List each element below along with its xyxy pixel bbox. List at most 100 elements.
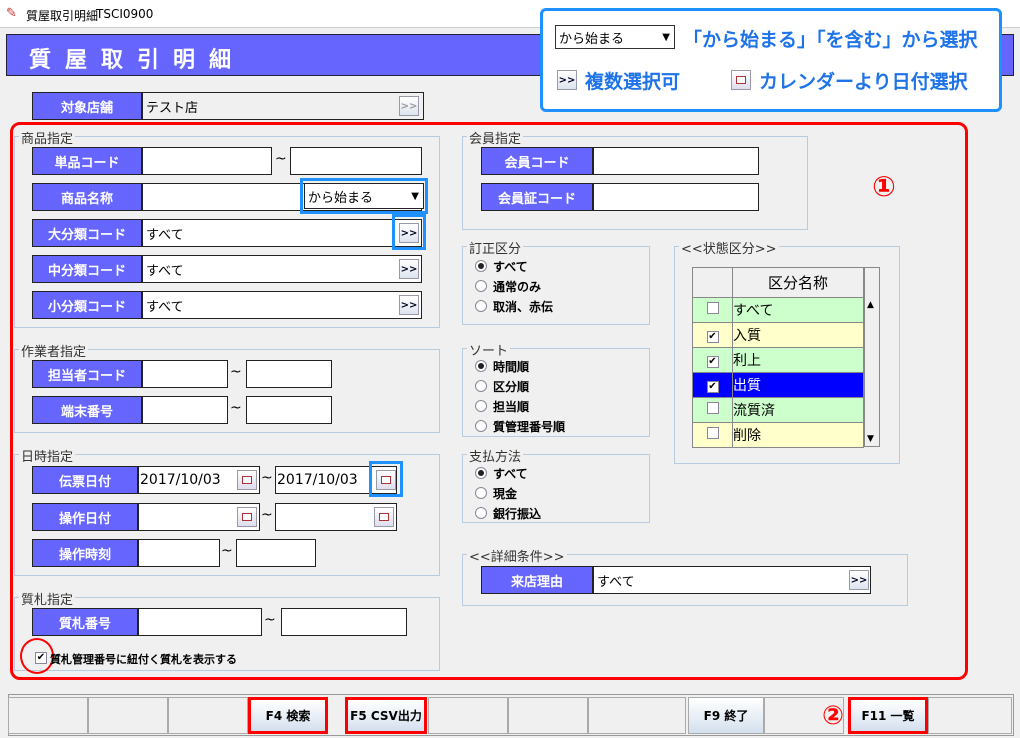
match-select[interactable]: から始まる ▼: [304, 183, 424, 209]
calendar-icon[interactable]: [374, 507, 394, 527]
status-name: 削除: [732, 422, 864, 448]
correction-group: 訂正区分 すべて 通常のみ 取消、赤伝: [462, 238, 650, 325]
range-tilde: ~: [261, 470, 273, 486]
radio-option[interactable]: 銀行振込: [475, 503, 541, 523]
radio-icon[interactable]: [475, 487, 487, 499]
staff-from[interactable]: [142, 360, 228, 388]
chevron-down-icon: ▼: [662, 31, 670, 43]
status-checkbox[interactable]: [706, 302, 719, 314]
ticket-to[interactable]: [281, 608, 407, 636]
radio-option[interactable]: 質管理番号順: [475, 416, 565, 436]
large-class-select-button[interactable]: >>: [399, 223, 419, 243]
slip-date-label: 伝票日付: [32, 466, 138, 494]
small-class-field[interactable]: すべて: [142, 291, 422, 319]
radio-icon[interactable]: [475, 420, 487, 432]
terminal-from[interactable]: [142, 396, 228, 424]
item-code-from[interactable]: [142, 147, 272, 175]
scroll-down-icon[interactable]: ▼: [867, 434, 874, 444]
store-select-button[interactable]: >>: [399, 96, 419, 116]
radio-icon[interactable]: [475, 300, 487, 312]
status-row[interactable]: すべて: [692, 297, 864, 323]
status-row[interactable]: ✔ 出質: [692, 372, 864, 398]
radio-label: 区分順: [493, 379, 530, 394]
calendar-icon[interactable]: [237, 470, 257, 490]
status-checkbox[interactable]: ✔: [706, 356, 719, 368]
op-time-to[interactable]: [236, 539, 316, 567]
legend-combo-value: から始まる: [559, 31, 625, 47]
status-checkbox[interactable]: [706, 427, 719, 439]
match-value: から始まる: [308, 190, 374, 206]
radio-option[interactable]: 時間順: [475, 356, 565, 376]
item-code-to[interactable]: [290, 147, 422, 175]
small-class-value: すべて: [146, 299, 184, 315]
radio-option[interactable]: 現金: [475, 483, 541, 503]
radio-icon[interactable]: [475, 507, 487, 519]
radio-option[interactable]: すべて: [475, 463, 541, 483]
status-row[interactable]: ✔ 入質: [692, 322, 864, 348]
radio-icon[interactable]: [475, 280, 487, 292]
op-time-from[interactable]: [138, 539, 220, 567]
terminal-to[interactable]: [246, 396, 332, 424]
radio-label: 通常のみ: [493, 279, 542, 294]
radio-icon[interactable]: [475, 380, 487, 392]
function-key-f4[interactable]: F4 検索: [248, 697, 328, 734]
status-checkbox[interactable]: ✔: [706, 381, 719, 393]
range-tilde: ~: [230, 400, 242, 416]
function-key-f9[interactable]: F9 終了: [688, 697, 764, 734]
large-class-field[interactable]: すべて: [142, 219, 422, 247]
legend-multi-button: >>: [557, 70, 577, 90]
status-checkbox[interactable]: ✔: [706, 331, 719, 343]
status-row[interactable]: 流質済: [692, 397, 864, 423]
status-scrollbar[interactable]: ▲ ▼: [864, 267, 880, 447]
store-field[interactable]: テスト店: [142, 92, 424, 120]
scroll-up-icon[interactable]: ▲: [867, 300, 874, 310]
status-checkbox[interactable]: [706, 402, 719, 414]
radio-icon[interactable]: [475, 400, 487, 412]
visit-reason-field[interactable]: すべて: [593, 566, 871, 594]
status-name: 流質済: [732, 397, 864, 423]
visit-reason-select-button[interactable]: >>: [849, 570, 869, 590]
function-key-empty: [168, 697, 248, 734]
range-tilde: ~: [261, 507, 273, 523]
slip-date-to-value: 2017/10/03: [277, 472, 358, 488]
function-key-f11[interactable]: F11 一覧: [848, 697, 928, 734]
function-key-empty: [8, 697, 88, 734]
status-row[interactable]: 削除: [692, 422, 864, 448]
middle-class-field[interactable]: すべて: [142, 255, 422, 283]
visit-reason-label: 来店理由: [481, 566, 593, 594]
radio-icon[interactable]: [475, 467, 487, 479]
ticket-from[interactable]: [138, 608, 262, 636]
radio-icon[interactable]: [475, 360, 487, 372]
radio-option[interactable]: 担当順: [475, 396, 565, 416]
annotation-2: ②: [821, 701, 844, 731]
function-key-f5[interactable]: F5 CSV出力: [345, 697, 427, 734]
middle-class-select-button[interactable]: >>: [399, 259, 419, 279]
group-title: 会員指定: [467, 128, 524, 147]
ticket-checkbox[interactable]: ✔: [35, 652, 47, 664]
staff-to[interactable]: [246, 360, 332, 388]
member-code-input[interactable]: [593, 147, 759, 175]
ticket-number-label: 質札番号: [32, 608, 138, 636]
radio-option[interactable]: 取消、赤伝: [475, 296, 553, 316]
calendar-icon[interactable]: [376, 470, 396, 490]
radio-icon[interactable]: [475, 260, 487, 272]
group-title: <<状態区分>>: [679, 238, 779, 257]
radio-option[interactable]: 通常のみ: [475, 276, 553, 296]
radio-label: 取消、赤伝: [493, 299, 554, 314]
function-key-empty: [588, 697, 686, 734]
member-card-input[interactable]: [593, 183, 759, 211]
window-code: TSCI0900: [96, 7, 154, 21]
range-tilde: ~: [230, 364, 242, 380]
radio-option[interactable]: すべて: [475, 256, 553, 276]
group-title: 日時指定: [19, 446, 76, 465]
radio-option[interactable]: 区分順: [475, 376, 565, 396]
status-name: 出質: [732, 372, 864, 398]
calendar-icon[interactable]: [237, 507, 257, 527]
store-label: 対象店舗: [32, 92, 142, 120]
member-code-label: 会員コード: [481, 147, 593, 175]
status-row[interactable]: ✔ 利上: [692, 347, 864, 373]
small-class-select-button[interactable]: >>: [399, 295, 419, 315]
small-class-label: 小分類コード: [32, 291, 142, 319]
legend-multi-text: 複数選択可: [585, 71, 681, 93]
op-date-label: 操作日付: [32, 503, 138, 531]
